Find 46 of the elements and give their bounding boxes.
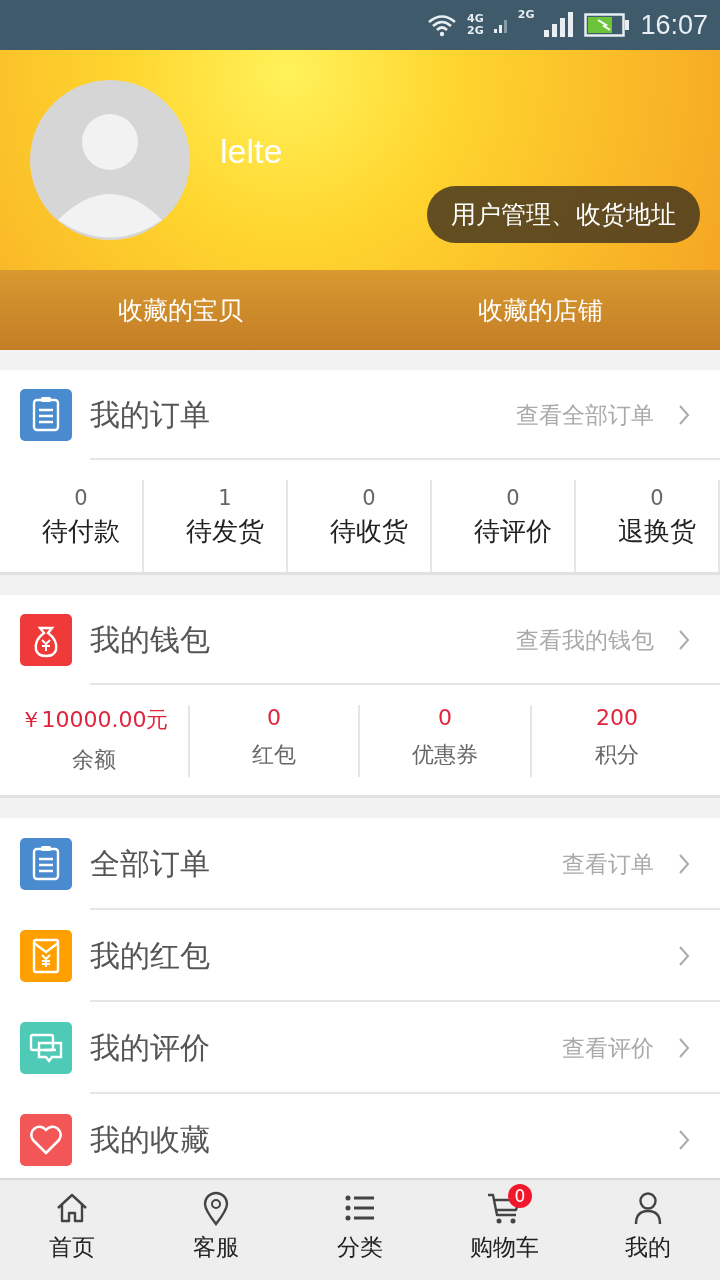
chevron-icon: [678, 1037, 690, 1059]
username: lelte: [220, 132, 283, 172]
wallet-label: 红包: [252, 741, 296, 769]
menu-item[interactable]: 全部订单: [90, 843, 562, 885]
tab-bar-item[interactable]: 客服: [144, 1180, 288, 1280]
wallet-value: 0: [438, 705, 452, 730]
wallet-value: 200: [596, 705, 638, 730]
order-status-label[interactable]: 待评价: [474, 514, 552, 549]
order-count: 0: [650, 486, 664, 510]
account-button[interactable]: 用户管理、收货地址: [427, 186, 700, 243]
wallet-label: 余额: [72, 746, 116, 774]
tab-bar-item[interactable]: 我的: [576, 1180, 720, 1280]
order-status-label[interactable]: 待发货: [186, 514, 264, 549]
chevron-icon: [678, 1129, 690, 1151]
clock: 16:07: [640, 9, 708, 41]
chevron-icon: [678, 629, 690, 651]
tab-bar-item[interactable]: 首页: [0, 1180, 144, 1280]
section-title: 我的订单: [90, 395, 211, 434]
menu-item[interactable]: 我的评价: [90, 1027, 562, 1069]
wallet-label: 积分: [595, 741, 639, 769]
network-label: 2G: [467, 25, 484, 37]
order-count: 1: [218, 486, 232, 510]
wallet-value: 0: [267, 705, 281, 730]
section-title: 我的钱包: [90, 620, 211, 659]
cart-badge: 0: [508, 1184, 532, 1208]
menu-item[interactable]: 我的红包: [90, 935, 678, 977]
order-count: 0: [74, 486, 88, 510]
tab-bar-item[interactable]: 分类: [288, 1180, 432, 1280]
chevron-icon: [678, 404, 690, 426]
battery-icon: [584, 12, 631, 38]
avatar[interactable]: [30, 80, 190, 240]
wallet-value: ￥10000.00元: [19, 706, 169, 734]
network-label: 4G: [467, 13, 484, 25]
order-count: 0: [362, 486, 376, 510]
network-label: 2G: [517, 8, 535, 21]
wifi-icon: [427, 13, 458, 37]
menu-item[interactable]: 我的收藏: [90, 1119, 678, 1161]
chevron-icon: [678, 853, 690, 875]
signal-icon: [544, 10, 575, 40]
order-status-label[interactable]: 退换货: [618, 514, 696, 549]
tab-bar-item[interactable]: 购物车 0: [432, 1180, 576, 1280]
wallet-label: 优惠券: [412, 741, 478, 769]
order-status-label[interactable]: 待付款: [42, 514, 120, 549]
order-status-label[interactable]: 待收货: [330, 514, 408, 549]
order-count: 0: [506, 486, 520, 510]
chevron-icon: [678, 945, 690, 967]
